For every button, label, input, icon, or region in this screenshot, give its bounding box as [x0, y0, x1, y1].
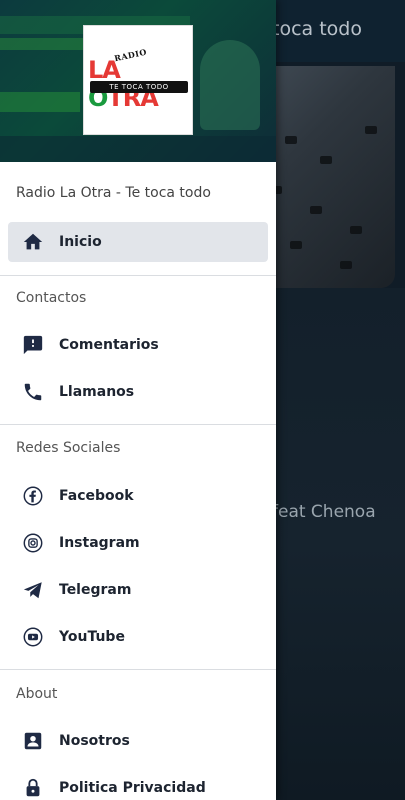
- app-title: toca todo: [272, 18, 362, 40]
- menu-item-inicio[interactable]: Inicio: [8, 222, 268, 262]
- section-header-about: About: [16, 686, 58, 702]
- menu-item-politica-privacidad[interactable]: Politica Privacidad: [8, 768, 268, 800]
- divider: [0, 669, 276, 670]
- menu-item-instagram[interactable]: Instagram: [8, 523, 268, 563]
- comment-icon: [22, 334, 44, 356]
- menu-item-label: YouTube: [59, 629, 125, 645]
- section-header-contactos: Contactos: [16, 290, 87, 306]
- menu-item-label: Telegram: [59, 582, 132, 598]
- menu-item-label: Comentarios: [59, 337, 159, 353]
- facebook-icon: [22, 485, 44, 507]
- menu-item-label: Inicio: [59, 234, 102, 250]
- menu-item-label: Llamanos: [59, 384, 135, 400]
- youtube-icon: [22, 626, 44, 648]
- menu-item-label: Nosotros: [59, 733, 130, 749]
- navigation-drawer: RADIO LA OTRA TE TOCA TODO Radio La Otra…: [0, 0, 276, 800]
- telegram-icon: [22, 579, 44, 601]
- menu-item-label: Instagram: [59, 535, 140, 551]
- track-title: feat Chenoa: [272, 502, 376, 522]
- home-icon: [22, 231, 44, 253]
- lock-icon: [22, 777, 44, 799]
- instagram-icon: [22, 532, 44, 554]
- menu-item-label: Politica Privacidad: [59, 780, 206, 796]
- menu-item-youtube[interactable]: YouTube: [8, 617, 268, 657]
- contact-card-icon: [22, 730, 44, 752]
- menu-item-facebook[interactable]: Facebook: [8, 476, 268, 516]
- menu-item-llamanos[interactable]: Llamanos: [8, 372, 268, 412]
- divider: [0, 424, 276, 425]
- drawer-app-name: Radio La Otra - Te toca todo: [16, 185, 211, 201]
- section-header-redes-sociales: Redes Sociales: [16, 440, 121, 456]
- menu-item-nosotros[interactable]: Nosotros: [8, 721, 268, 761]
- radio-logo: RADIO LA OTRA TE TOCA TODO: [83, 25, 193, 135]
- phone-icon: [22, 381, 44, 403]
- menu-item-label: Facebook: [59, 488, 134, 504]
- menu-item-telegram[interactable]: Telegram: [8, 570, 268, 610]
- menu-item-comentarios[interactable]: Comentarios: [8, 325, 268, 365]
- drawer-header: RADIO LA OTRA TE TOCA TODO: [0, 0, 276, 162]
- divider: [0, 275, 276, 276]
